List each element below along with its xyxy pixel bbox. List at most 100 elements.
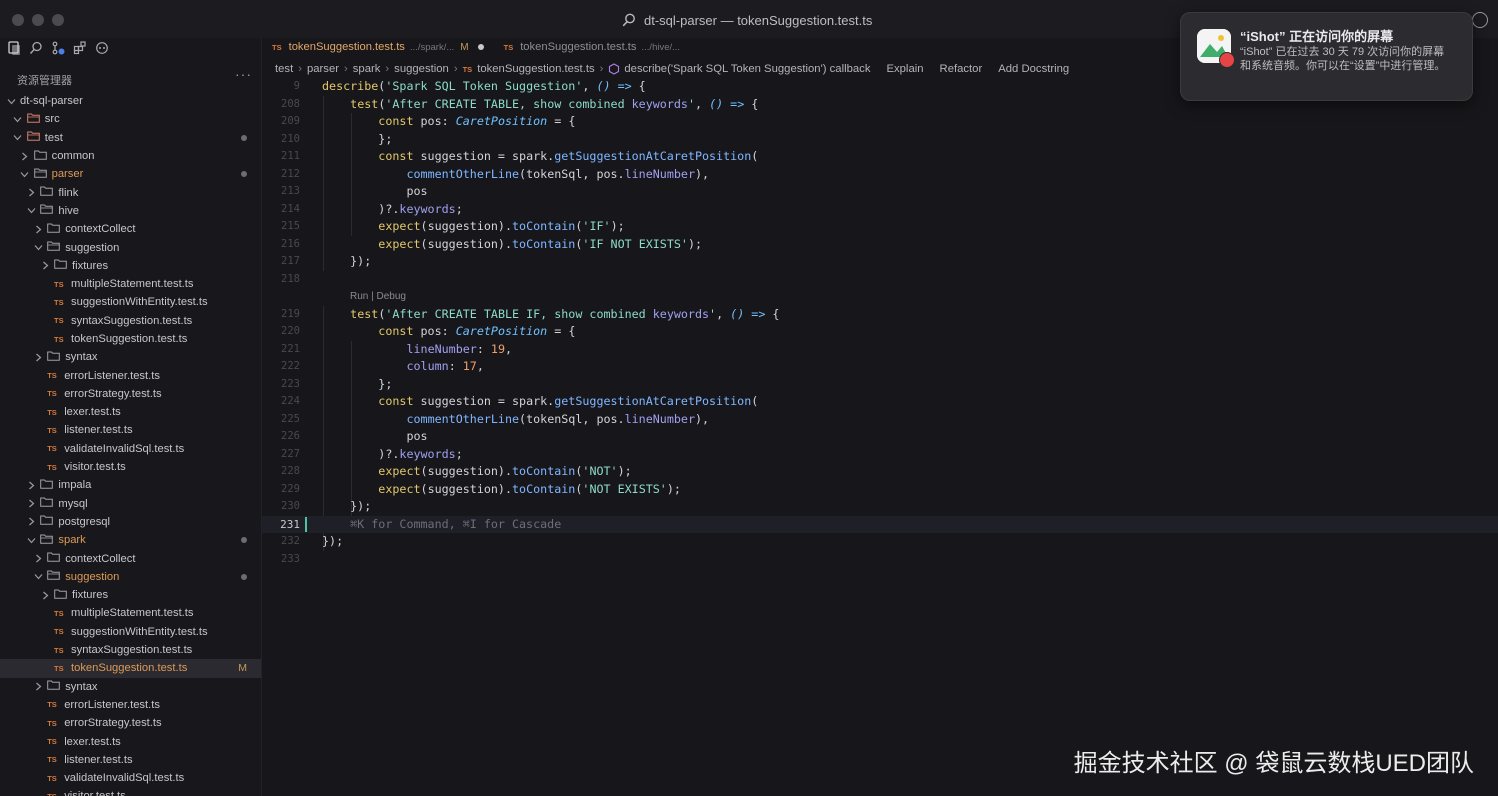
tree-folder[interactable]: fixtures: [0, 586, 261, 604]
tree-folder[interactable]: test: [0, 129, 261, 147]
code-line[interactable]: 220 const pos: CaretPosition = {: [262, 323, 1498, 341]
chevron-right-icon[interactable]: [26, 188, 36, 198]
tree-folder[interactable]: hive: [0, 202, 261, 220]
tree-file[interactable]: TS tokenSuggestion.test.ts M: [0, 659, 261, 678]
unsaved-dot-icon[interactable]: [477, 44, 484, 50]
run-debug-codelens[interactable]: Run | Debug: [350, 288, 406, 305]
tree-folder[interactable]: suggestion: [0, 568, 261, 586]
tree-folder[interactable]: dt-sql-parser: [0, 92, 261, 110]
code-line[interactable]: 216 expect(suggestion).toContain('IF NOT…: [262, 236, 1498, 254]
close-window-button[interactable]: [12, 14, 24, 26]
code-line[interactable]: 209 const pos: CaretPosition = {: [262, 113, 1498, 131]
chevron-right-icon[interactable]: [33, 224, 43, 234]
tree-folder[interactable]: syntax: [0, 348, 261, 366]
tree-file[interactable]: TS errorListener.test.ts: [0, 696, 261, 714]
chevron-right-icon[interactable]: [33, 682, 43, 692]
chevron-right-icon[interactable]: [33, 352, 43, 362]
tree-file[interactable]: TS multipleStatement.test.ts: [0, 604, 261, 622]
chevron-right-icon[interactable]: [40, 261, 50, 271]
code-line[interactable]: 233: [262, 551, 1498, 569]
tree-folder[interactable]: contextCollect: [0, 220, 261, 238]
tree-folder[interactable]: suggestion: [0, 238, 261, 256]
chevron-down-icon[interactable]: [33, 572, 43, 582]
tree-file[interactable]: TS multipleStatement.test.ts: [0, 275, 261, 293]
code-line[interactable]: 215 expect(suggestion).toContain('IF');: [262, 218, 1498, 236]
tree-folder[interactable]: spark: [0, 531, 261, 549]
explorer-icon[interactable]: [6, 40, 22, 56]
chevron-down-icon[interactable]: [6, 96, 16, 106]
code-line[interactable]: 217 });: [262, 253, 1498, 271]
tree-file[interactable]: TS syntaxSuggestion.test.ts: [0, 641, 261, 659]
tab-token-suggestion-spark[interactable]: TS tokenSuggestion.test.ts .../spark/...…: [262, 37, 494, 57]
refactor-action[interactable]: Refactor: [940, 63, 983, 75]
code-line[interactable]: 228 expect(suggestion).toContain('NOT');: [262, 463, 1498, 481]
tree-file[interactable]: TS visitor.test.ts: [0, 458, 261, 476]
chevron-right-icon[interactable]: [33, 554, 43, 564]
code-line[interactable]: 231 ⌘K for Command, ⌘I for Cascade: [262, 515, 1498, 533]
tree-folder[interactable]: parser: [0, 165, 261, 183]
tree-file[interactable]: TS listener.test.ts: [0, 421, 261, 439]
tree-file[interactable]: TS tokenSuggestion.test.ts: [0, 330, 261, 348]
code-line[interactable]: 213 pos: [262, 183, 1498, 201]
breadcrumb-item[interactable]: spark: [353, 63, 381, 75]
tree-file[interactable]: TS lexer.test.ts: [0, 732, 261, 750]
chevron-right-icon[interactable]: [40, 590, 50, 600]
code-line[interactable]: 219 test('After CREATE TABLE IF, show co…: [262, 306, 1498, 324]
chevron-down-icon[interactable]: [13, 114, 23, 124]
account-icon[interactable]: [1472, 12, 1488, 28]
code-line[interactable]: 224 const suggestion = spark.getSuggesti…: [262, 393, 1498, 411]
code-line[interactable]: 221 lineNumber: 19,: [262, 341, 1498, 359]
chevron-right-icon[interactable]: [26, 499, 36, 509]
copilot-icon[interactable]: [94, 40, 110, 56]
explain-action[interactable]: Explain: [886, 63, 923, 75]
tree-folder[interactable]: postgresql: [0, 513, 261, 531]
zoom-window-button[interactable]: [52, 14, 64, 26]
code-line[interactable]: 232});: [262, 533, 1498, 551]
tree-file[interactable]: TS validateInvalidSql.test.ts: [0, 440, 261, 458]
breadcrumb-item[interactable]: suggestion: [394, 63, 449, 75]
tree-file[interactable]: TS suggestionWithEntity.test.ts: [0, 293, 261, 311]
tree-file[interactable]: TS errorListener.test.ts: [0, 366, 261, 384]
code-line[interactable]: 226 pos: [262, 428, 1498, 446]
tab-token-suggestion-hive[interactable]: TS tokenSuggestion.test.ts .../hive/...: [494, 37, 690, 57]
code-line[interactable]: 229 expect(suggestion).toContain('NOT EX…: [262, 481, 1498, 499]
tree-folder[interactable]: syntax: [0, 678, 261, 696]
command-center[interactable]: dt-sql-parser — tokenSuggestion.test.ts: [622, 9, 872, 31]
code-line[interactable]: 227 )?.keywords;: [262, 446, 1498, 464]
code-line[interactable]: 223 };: [262, 376, 1498, 394]
chevron-down-icon[interactable]: [26, 535, 36, 545]
breadcrumb-item[interactable]: describe('Spark SQL Token Suggestion') c…: [624, 63, 870, 75]
notification[interactable]: “iShot” 正在访问你的屏幕 “iShot” 已在过去 30 天 79 次访…: [1180, 12, 1473, 101]
tree-folder[interactable]: impala: [0, 476, 261, 494]
tree-folder[interactable]: mysql: [0, 495, 261, 513]
extensions-icon[interactable]: [72, 40, 88, 56]
breadcrumb-item[interactable]: parser: [307, 63, 339, 75]
chevron-right-icon[interactable]: [26, 517, 36, 527]
tree-file[interactable]: TS errorStrategy.test.ts: [0, 385, 261, 403]
explorer-more-button[interactable]: ···: [235, 66, 252, 82]
chevron-down-icon[interactable]: [13, 133, 23, 143]
minimize-window-button[interactable]: [32, 14, 44, 26]
chevron-right-icon[interactable]: [20, 151, 30, 161]
chevron-down-icon[interactable]: [26, 206, 36, 216]
tree-file[interactable]: TS syntaxSuggestion.test.ts: [0, 312, 261, 330]
code-line[interactable]: 222 column: 17,: [262, 358, 1498, 376]
chevron-down-icon[interactable]: [20, 169, 30, 179]
breadcrumb-item[interactable]: test: [275, 63, 293, 75]
code-line[interactable]: 214 )?.keywords;: [262, 201, 1498, 219]
tree-file[interactable]: TS suggestionWithEntity.test.ts: [0, 623, 261, 641]
tree-folder[interactable]: common: [0, 147, 261, 165]
tree-file[interactable]: TS errorStrategy.test.ts: [0, 714, 261, 732]
tree-folder[interactable]: fixtures: [0, 257, 261, 275]
add-docstring-action[interactable]: Add Docstring: [998, 63, 1069, 75]
code-line[interactable]: 212 commentOtherLine(tokenSql, pos.lineN…: [262, 166, 1498, 184]
search-icon[interactable]: [28, 40, 44, 56]
tree-folder[interactable]: flink: [0, 183, 261, 201]
chevron-down-icon[interactable]: [33, 243, 43, 253]
code-line[interactable]: 230 });: [262, 498, 1498, 516]
breadcrumb-item[interactable]: tokenSuggestion.test.ts: [477, 63, 594, 75]
tree-file[interactable]: TS visitor.test.ts: [0, 787, 261, 796]
code-line[interactable]: 225 commentOtherLine(tokenSql, pos.lineN…: [262, 411, 1498, 429]
chevron-right-icon[interactable]: [26, 480, 36, 490]
tree-file[interactable]: TS lexer.test.ts: [0, 403, 261, 421]
